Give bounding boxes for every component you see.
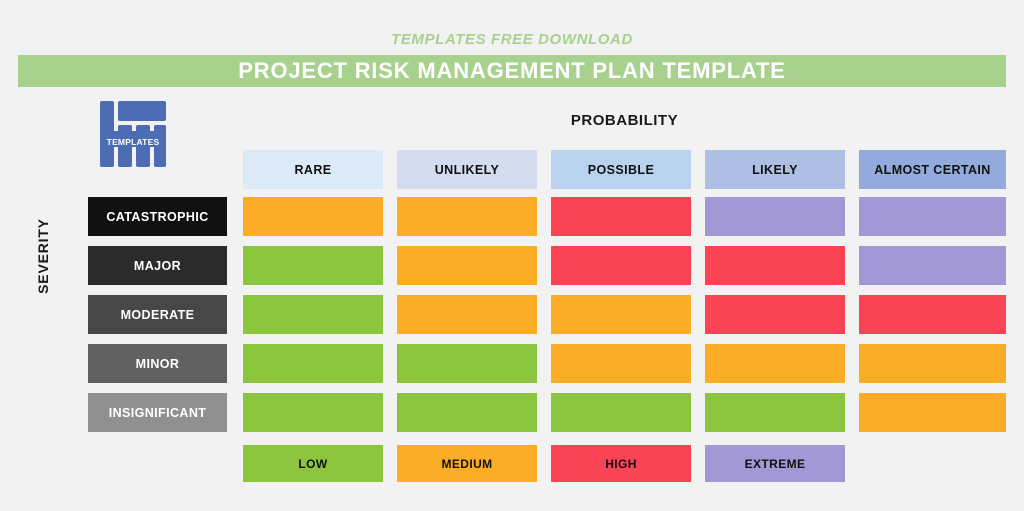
row-header-label: INSIGNIFICANT xyxy=(108,405,207,420)
column-header-almost-certain[interactable]: ALMOST CERTAIN xyxy=(859,150,1006,189)
matrix-cell-minor-likely-medium[interactable] xyxy=(705,344,845,383)
matrix-cell-insignificant-likely-low[interactable] xyxy=(705,393,845,432)
matrix-cell-moderate-unlikely-medium[interactable] xyxy=(397,295,537,334)
column-header-label: UNLIKELY xyxy=(434,162,500,177)
column-header-rare[interactable]: RARE xyxy=(243,150,383,189)
row-header-minor[interactable]: MINOR xyxy=(88,344,227,383)
column-header-likely[interactable]: LIKELY xyxy=(705,150,845,189)
legend-item-high[interactable]: HIGH xyxy=(551,445,691,482)
matrix-cell-minor-rare-low[interactable] xyxy=(243,344,383,383)
column-header-unlikely[interactable]: UNLIKELY xyxy=(397,150,537,189)
matrix-cell-insignificant-rare-low[interactable] xyxy=(243,393,383,432)
matrix-cell-insignificant-unlikely-low[interactable] xyxy=(397,393,537,432)
legend-item-label: MEDIUM xyxy=(441,456,493,471)
column-header-label: POSSIBLE xyxy=(587,162,655,177)
matrix-cell-moderate-likely-high[interactable] xyxy=(705,295,845,334)
legend-item-label: LOW xyxy=(298,456,328,471)
row-header-insignificant[interactable]: INSIGNIFICANT xyxy=(88,393,227,432)
matrix-cell-minor-almost-certain-medium[interactable] xyxy=(859,344,1006,383)
severity-axis-label: SEVERITY xyxy=(35,218,51,294)
matrix-cell-catastrophic-unlikely-medium[interactable] xyxy=(397,197,537,236)
matrix-cell-insignificant-almost-certain-medium[interactable] xyxy=(859,393,1006,432)
title-bar: PROJECT RISK MANAGEMENT PLAN TEMPLATE xyxy=(18,55,1006,87)
row-header-catastrophic[interactable]: CATASTROPHIC xyxy=(88,197,227,236)
row-header-label: CATASTROPHIC xyxy=(106,209,209,224)
tagline: TEMPLATES FREE DOWNLOAD xyxy=(391,31,633,48)
matrix-cell-catastrophic-rare-medium[interactable] xyxy=(243,197,383,236)
matrix-cell-major-rare-low[interactable] xyxy=(243,246,383,285)
column-header-possible[interactable]: POSSIBLE xyxy=(551,150,691,189)
matrix-cell-moderate-rare-low[interactable] xyxy=(243,295,383,334)
legend-item-extreme[interactable]: EXTREME xyxy=(705,445,845,482)
logo-wordmark: TEMPLATES xyxy=(106,137,160,147)
matrix-cell-major-unlikely-medium[interactable] xyxy=(397,246,537,285)
legend-item-medium[interactable]: MEDIUM xyxy=(397,445,537,482)
matrix-cell-major-almost-certain-extreme[interactable] xyxy=(859,246,1006,285)
probability-axis-label: PROBABILITY xyxy=(570,112,679,129)
matrix-cell-moderate-almost-certain-high[interactable] xyxy=(859,295,1006,334)
matrix-cell-catastrophic-possible-high[interactable] xyxy=(551,197,691,236)
row-header-label: MODERATE xyxy=(120,307,195,322)
matrix-cell-minor-unlikely-low[interactable] xyxy=(397,344,537,383)
column-header-label: LIKELY xyxy=(752,162,798,177)
matrix-cell-major-possible-high[interactable] xyxy=(551,246,691,285)
matrix-cell-major-likely-high[interactable] xyxy=(705,246,845,285)
matrix-cell-insignificant-possible-low[interactable] xyxy=(551,393,691,432)
matrix-cell-moderate-possible-medium[interactable] xyxy=(551,295,691,334)
column-header-label: ALMOST CERTAIN xyxy=(874,162,991,177)
matrix-cell-minor-possible-medium[interactable] xyxy=(551,344,691,383)
matrix-cell-catastrophic-almost-certain-extreme[interactable] xyxy=(859,197,1006,236)
row-header-label: MAJOR xyxy=(133,258,182,273)
legend-item-label: EXTREME xyxy=(744,456,806,471)
legend-item-label: HIGH xyxy=(605,456,637,471)
legend-item-low[interactable]: LOW xyxy=(243,445,383,482)
matrix-cell-catastrophic-likely-extreme[interactable] xyxy=(705,197,845,236)
column-header-label: RARE xyxy=(294,162,332,177)
templates-logo: TEMPLATES xyxy=(100,101,166,167)
row-header-label: MINOR xyxy=(135,356,180,371)
row-header-moderate[interactable]: MODERATE xyxy=(88,295,227,334)
page-title: PROJECT RISK MANAGEMENT PLAN TEMPLATE xyxy=(238,58,786,83)
row-header-major[interactable]: MAJOR xyxy=(88,246,227,285)
